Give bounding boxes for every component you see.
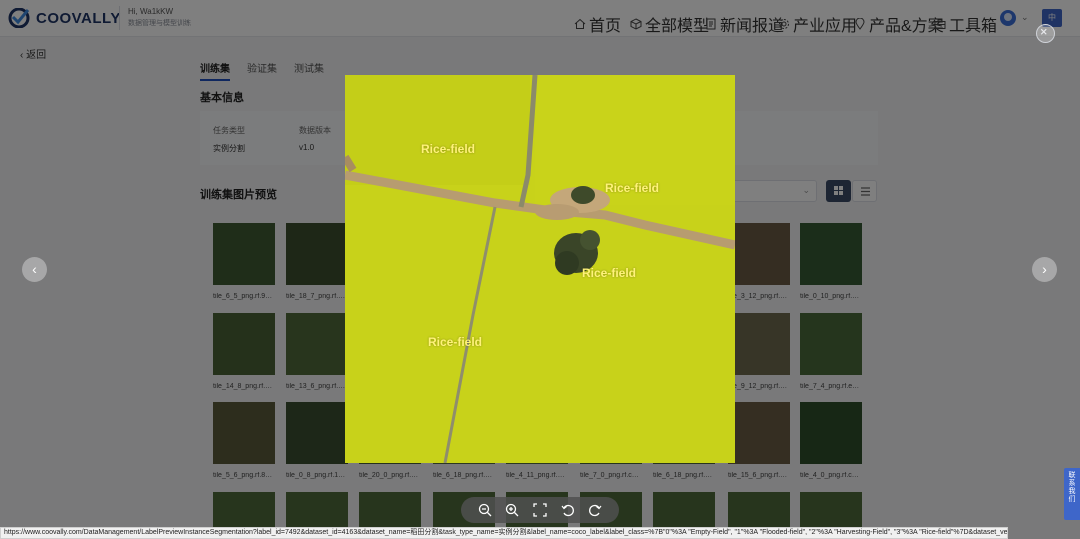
- segmented-aerial-image: [345, 75, 735, 463]
- image-toolbar: [461, 497, 619, 523]
- contact-label: 联系我们: [1068, 472, 1076, 503]
- dirt-patch: [535, 204, 579, 220]
- tree-cluster: [571, 186, 595, 204]
- instance-label: Rice-field: [582, 266, 637, 280]
- field-shade: [345, 75, 530, 185]
- tree-cluster: [555, 251, 579, 275]
- rotate-right-icon[interactable]: [588, 503, 602, 517]
- close-icon: [1040, 28, 1047, 35]
- next-image-button[interactable]: ›: [1032, 257, 1057, 282]
- chevron-left-icon: ‹: [32, 261, 37, 277]
- status-url-bar: https://www.coovally.com/DataManagement/…: [0, 527, 1008, 539]
- rotate-left-icon[interactable]: [561, 503, 575, 517]
- instance-label: Rice-field: [428, 335, 483, 349]
- contact-us-widget[interactable]: 联系我们: [1064, 468, 1080, 520]
- instance-label: Rice-field: [605, 181, 660, 195]
- tree-cluster: [580, 230, 600, 250]
- preview-image: Rice-field Rice-field Rice-field Rice-fi…: [345, 75, 735, 463]
- zoom-out-icon[interactable]: [478, 503, 492, 517]
- instance-label: Rice-field: [421, 142, 476, 156]
- close-preview-button[interactable]: [1036, 24, 1055, 43]
- fullscreen-icon[interactable]: [533, 503, 547, 517]
- prev-image-button[interactable]: ‹: [22, 257, 47, 282]
- chevron-right-icon: ›: [1042, 261, 1047, 277]
- zoom-in-icon[interactable]: [505, 503, 519, 517]
